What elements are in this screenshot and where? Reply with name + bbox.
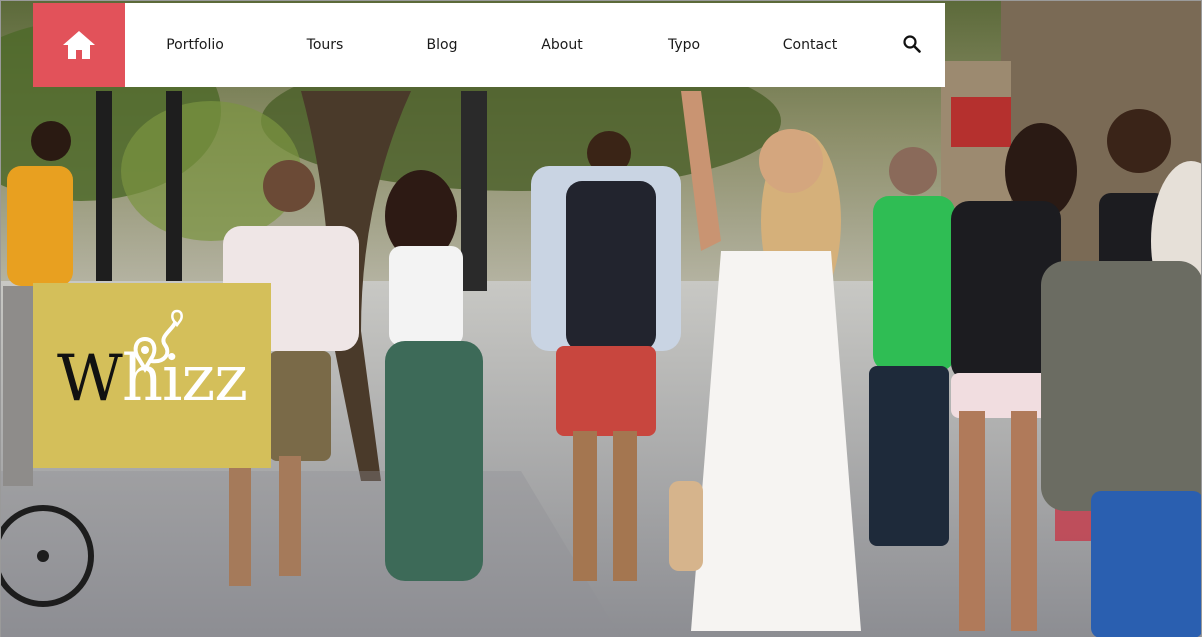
logo-first-letter: W: [57, 342, 123, 416]
logo-wordmark: Whizz: [33, 347, 271, 411]
top-nav: Portfolio Tours Blog About Typo Contact: [33, 3, 945, 87]
home-button[interactable]: [33, 3, 125, 87]
site-logo[interactable]: Whizz: [33, 283, 271, 468]
nav-item-blog[interactable]: Blog: [427, 37, 458, 53]
home-icon: [63, 31, 95, 59]
nav-item-typo[interactable]: Typo: [668, 37, 700, 53]
search-icon: [903, 35, 921, 53]
logo-rest: hizz: [121, 342, 248, 416]
nav-item-tours[interactable]: Tours: [307, 37, 344, 53]
search-button[interactable]: [903, 35, 923, 55]
page: Portfolio Tours Blog About Typo Contact: [0, 0, 1202, 637]
nav-item-contact[interactable]: Contact: [783, 37, 837, 53]
nav-item-about[interactable]: About: [541, 37, 582, 53]
nav-item-portfolio[interactable]: Portfolio: [166, 37, 224, 53]
nav-menu: Portfolio Tours Blog About Typo Contact: [125, 3, 945, 87]
